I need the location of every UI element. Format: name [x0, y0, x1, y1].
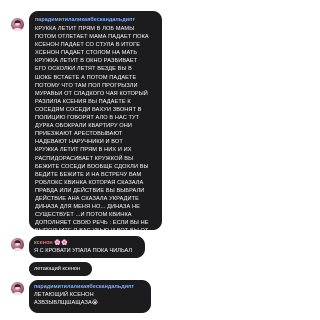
avatar[interactable] — [11, 282, 24, 295]
avatar-image — [12, 20, 23, 31]
message-line: МУРАВЬИ ОТ СЛАДКОГО ЧАЯ КОТОРЫЙ — [35, 90, 148, 97]
message-line: ПОЛИЦИЮ ГОВОРЯТ АЛО В НАС ТУТ — [35, 115, 140, 122]
message-line: СУЩЕСТВУЕТ ...И ПОТОМ КВИНКА — [35, 212, 132, 219]
sender-name[interactable]: парадимитилаликаябескандальдипт — [35, 16, 156, 24]
message-text: КРУККА ЛЕТИТ ПРЯМ В ЛОБ МАМЫ ПОТОМ ОТЛЕТА… — [35, 25, 156, 235]
message-line: ДИНАЗА ДЛЯ МЕНЯ НО... ДИНАЗА НЕ — [35, 204, 140, 211]
message-line: ПОТОМ ОТЛЕТАЕТ МАМА ПАДАЕТ ПОКА — [35, 34, 149, 41]
message-line: КРУЖКА ЛЕТИТ В ОКНО РАЗБИВАЕТ — [35, 58, 138, 65]
message-line: РОБЛОКС КВИНКА КОТОРАЯ СКАЗАЛА — [35, 179, 144, 186]
sender-name[interactable]: ксенон 🌸🌸 — [34, 239, 139, 247]
message-line: ВЫПОЛНИТЕ Я ВАС УБЬЮ И ВОТ ВЫ ОТ... — [35, 228, 153, 235]
message-text: АЗВЗЫВЛЩШАЩАЗА😭 — [34, 300, 99, 307]
sender-name[interactable]: парадимитилаликаябескандальдипт — [34, 283, 145, 291]
message-line: БЕЖИТЕ СОСЕДИ ВООБЩЕ СДОХЛИ ВЫ — [35, 163, 149, 170]
message-line: РАЗЛИЛА КСЕНИЯ ВЫ ПАДАЕТЕ К — [35, 98, 131, 105]
message-bubble[interactable]: парадимитилаликаябескандальдипт КРУККА Л… — [29, 11, 162, 234]
message-line: ЕГО ОСКОЛКИ ЛЕТЯТ ВЕЗДЕ ВЫ В — [35, 66, 132, 73]
avatar-image — [12, 284, 23, 295]
message-line: НАДЕВАЮТ НАРУЧНИКИ И ВОТ — [35, 139, 123, 146]
message-line: СОСЕДЯМ СОСЕДИ ВАХУИ ЗВОНЯТ В — [35, 106, 142, 113]
message-line: КРУККА ЛЕТИТ ПРЯМ В ЛОБ МАМЫ — [35, 26, 135, 32]
message-line: ПОТОМУ ЧТО ТАМ ПОЛ ПРОГРЫЗЛИ — [35, 82, 138, 89]
message-line: КСЕНОН ПАДАЕТ СО СТУЛА В ИТОГЕ — [35, 42, 141, 49]
message-bubble[interactable]: парадимитилаликаябескандальдипт ЛЕТАЮЩИЙ… — [29, 280, 151, 313]
message-bubble[interactable]: ксенон 🌸🌸 Я С КРОВАТИ УПАЛА ПОКА ЧИЛЬАЛ — [29, 236, 145, 258]
message-line: ПРИЕЗЖАЮТ АРЕСТОВЫВАЮТ — [35, 131, 123, 138]
message-line: РАСПИДОРАСИВАЕТ КРУЖКОЙ ВЫ — [35, 155, 134, 162]
message-line: ВЕДИТЕ БЕЖИТЕ И НА ВСТРЕЧУ ВАМ — [35, 171, 142, 178]
message-text: летающий ксенон — [34, 266, 81, 272]
message-line: ПРАВДА ИЛИ ДЕЙСТВИЕ ВЫ ВЫБРАЛИ — [35, 187, 145, 194]
chat-thread: парадимитилаликаябескандальдипт КРУККА Л… — [0, 0, 320, 320]
avatar[interactable] — [11, 238, 24, 251]
message-text: ЛЕТАЮЩИЙ КСЕНОН — [34, 292, 94, 298]
avatar-image — [12, 240, 23, 251]
message-line: ШОКЕ ВСТАЕТЕ А ПОТОМ ПАДАЕТЕ — [35, 74, 137, 81]
message-line: ДУРКА ОБОКРАЛИ КВАРТИРУ ОНИ — [35, 123, 132, 130]
message-text: Я С КРОВАТИ УПАЛА ПОКА ЧИЛЬАЛ — [34, 248, 133, 254]
message-line: ДОПОЛНЯЕТ СВОЮ РЕЧЬ : ЕСЛИ ВЫ НЕ — [35, 220, 149, 227]
message-line: ХСЕНОН ПАДАЕТ СТОЛОМ НА МАТЬ — [35, 50, 138, 57]
avatar[interactable] — [11, 18, 24, 31]
message-line: ДЕЙСТВИЕ АНА СКАЗАЛА УКРАДИТЕ — [35, 195, 139, 202]
message-bubble[interactable]: летающий ксенон — [29, 262, 92, 276]
message-line: КРУЖКА ЛЕТИТ ПРЯМ В НИХ И ИХ — [35, 147, 132, 154]
